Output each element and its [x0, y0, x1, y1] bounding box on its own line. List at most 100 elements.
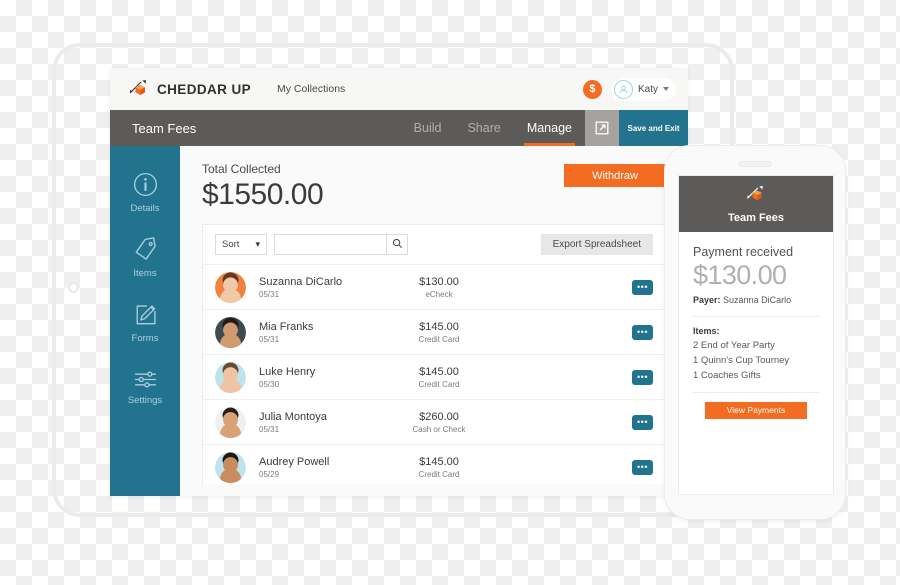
- left-sidebar: Details Items Forms Settings: [110, 146, 180, 496]
- phone-payer-name: Suzanna DiCarlo: [723, 295, 792, 306]
- divider: [693, 316, 819, 318]
- sidebar-item-label: Details: [130, 202, 160, 214]
- phone-screen: Team Fees Payment received $130.00 Payer…: [678, 175, 834, 495]
- payment-date: 05/31: [259, 424, 280, 434]
- payment-method: Credit Card: [418, 334, 460, 344]
- chevron-down-icon: [663, 87, 669, 91]
- payment-amount: $260.00: [419, 410, 459, 423]
- view-payments-button[interactable]: View Payments: [705, 402, 807, 420]
- payment-date: 05/31: [259, 334, 280, 344]
- amount-cell: $145.00 Credit Card: [387, 456, 491, 479]
- payment-date: 05/29: [259, 469, 280, 479]
- payer-name: Audrey Powell: [259, 455, 330, 468]
- sidebar-item-details[interactable]: Details: [110, 160, 180, 225]
- brand-name: CHEDDAR UP: [157, 81, 252, 97]
- pencil-form-icon: [133, 302, 158, 327]
- avatar: [215, 406, 246, 438]
- payer-name: Mia Franks: [259, 320, 314, 333]
- tab-share[interactable]: Share: [454, 110, 513, 146]
- user-menu[interactable]: Katy: [610, 77, 676, 101]
- payer-cell: Suzanna DiCarlo 05/31: [259, 276, 387, 299]
- payer-cell: Luke Henry 05/30: [259, 366, 387, 389]
- payment-amount: $145.00: [419, 320, 459, 333]
- payment-method: Credit Card: [418, 379, 460, 389]
- sidebar-item-items[interactable]: Items: [110, 225, 180, 290]
- amount-cell: $130.00 eCheck: [387, 276, 491, 299]
- search-group: [274, 234, 408, 255]
- payment-amount: $145.00: [419, 455, 459, 468]
- phone-item: 2 End of Year Party: [693, 340, 775, 352]
- payer-name: Julia Montoya: [259, 410, 327, 423]
- phone-payment-received-heading: Payment received: [693, 245, 794, 259]
- avatar: [215, 451, 246, 483]
- external-link-icon[interactable]: [585, 110, 619, 146]
- cheddar-cube-arrow-logo-icon: [128, 79, 150, 99]
- dollar-coin-icon[interactable]: $: [582, 79, 602, 99]
- avatar: [215, 271, 246, 303]
- sidebar-item-label: Items: [133, 267, 157, 279]
- payer-name: Suzanna DiCarlo: [259, 275, 343, 288]
- browser-window: CHEDDAR UP My Collections $ Katy Team Fe…: [110, 68, 688, 496]
- sliders-icon: [133, 370, 158, 389]
- table-row[interactable]: Audrey Powell 05/29 $145.00 Credit Card •••: [203, 444, 665, 484]
- user-name-label: Katy: [637, 83, 658, 95]
- sort-label: Sort: [222, 239, 240, 250]
- table-row[interactable]: Julia Montoya 05/31 $260.00 Cash or Check ••…: [203, 399, 665, 444]
- sort-dropdown[interactable]: Sort ▾: [215, 234, 267, 255]
- ellipsis-menu-icon[interactable]: •••: [632, 369, 653, 385]
- nav-my-collections[interactable]: My Collections: [277, 83, 345, 95]
- brand-logo[interactable]: CHEDDAR UP: [128, 79, 251, 99]
- main-content: Total Collected $1550.00 Withdraw Sort ▾: [180, 146, 688, 496]
- search-icon: [392, 237, 403, 252]
- ellipsis-menu-icon[interactable]: •••: [632, 279, 653, 295]
- ellipsis-menu-icon[interactable]: •••: [632, 414, 653, 430]
- avatar: [215, 316, 246, 348]
- phone-collection-title: Team Fees: [727, 211, 785, 224]
- phone-payment-amount: $130.00: [693, 260, 787, 290]
- phone-item: 1 Coaches Gifts: [693, 370, 761, 382]
- sidebar-item-label: Forms: [131, 332, 159, 344]
- phone-payer-row: Payer: Suzanna DiCarlo: [693, 295, 819, 305]
- phone-item: 1 Quinn's Cup Tourney: [693, 355, 790, 367]
- collection-tab-bar: Team Fees Build Share Manage Save and Ex…: [110, 110, 688, 146]
- payment-amount: $145.00: [419, 365, 459, 378]
- withdraw-button[interactable]: Withdraw: [564, 164, 666, 187]
- payment-date: 05/31: [259, 289, 280, 299]
- save-and-exit-button[interactable]: Save and Exit: [619, 110, 688, 146]
- screenshot-stage: CHEDDAR UP My Collections $ Katy Team Fe…: [0, 0, 900, 585]
- sidebar-item-forms[interactable]: Forms: [110, 290, 180, 355]
- export-spreadsheet-button[interactable]: Export Spreadsheet: [540, 234, 653, 255]
- phone-payer-label: Payer:: [693, 295, 721, 306]
- table-row[interactable]: Mia Franks 05/31 $145.00 Credit Card •••: [203, 309, 665, 354]
- phone-body: Payment received $130.00 Payer: Suzanna …: [679, 232, 833, 420]
- up-down-stepper-icon: ▾: [255, 239, 260, 249]
- table-row[interactable]: Suzanna DiCarlo 05/31 $130.00 eCheck •••: [203, 264, 665, 309]
- payer-cell: Julia Montoya 05/31: [259, 411, 387, 434]
- info-circle-icon: [133, 172, 158, 197]
- amount-cell: $145.00 Credit Card: [387, 321, 491, 344]
- amount-cell: $145.00 Credit Card: [387, 366, 491, 389]
- table-row[interactable]: Luke Henry 05/30 $145.00 Credit Card •••: [203, 354, 665, 399]
- payment-date: 05/30: [259, 379, 280, 389]
- laptop-camera-dot: [68, 282, 79, 293]
- search-input[interactable]: [274, 234, 386, 255]
- amount-cell: $260.00 Cash or Check: [387, 411, 491, 434]
- payment-method: eCheck: [425, 289, 453, 299]
- ellipsis-menu-icon[interactable]: •••: [632, 324, 653, 340]
- payments-list: Suzanna DiCarlo 05/31 $130.00 eCheck ••• Mia …: [203, 264, 665, 484]
- ellipsis-menu-icon[interactable]: •••: [632, 459, 653, 475]
- phone-items-label: Items:: [693, 326, 720, 337]
- phone-device-frame: Team Fees Payment received $130.00 Payer…: [664, 145, 846, 520]
- search-button[interactable]: [386, 234, 408, 255]
- payer-name: Luke Henry: [259, 365, 316, 378]
- window-body: Details Items Forms Settings Total Colle…: [110, 146, 688, 496]
- sidebar-item-settings[interactable]: Settings: [110, 355, 180, 420]
- payment-amount: $130.00: [419, 275, 459, 288]
- divider: [693, 392, 819, 394]
- payment-method: Credit Card: [418, 469, 460, 479]
- phone-speaker-grill: [738, 161, 772, 167]
- tab-build[interactable]: Build: [401, 110, 455, 146]
- payment-method: Cash or Check: [412, 424, 466, 434]
- tab-manage[interactable]: Manage: [514, 110, 585, 146]
- payments-panel: Sort ▾ Export Spreadsheet Suzanna DiCarl…: [202, 224, 666, 484]
